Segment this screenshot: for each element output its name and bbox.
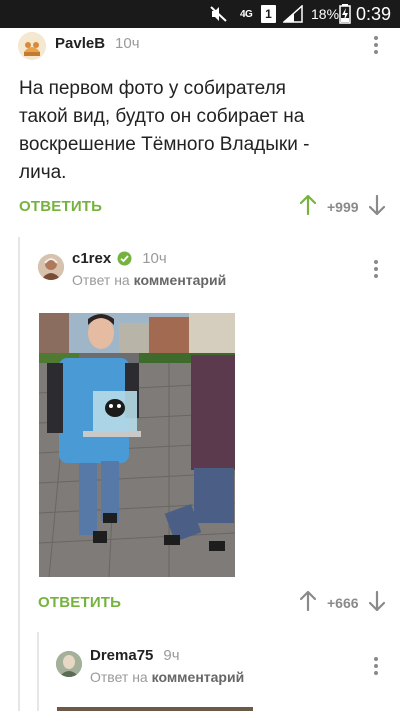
comment-text-line: На первом фото у собирателя — [19, 78, 286, 99]
status-bar: 4G 1 18% 0:39 — [0, 0, 400, 28]
sim-icon: 1 — [261, 0, 276, 28]
sim-number: 1 — [261, 5, 276, 23]
username[interactable]: c1rex — [72, 250, 111, 267]
more-options-icon[interactable] — [370, 260, 382, 278]
avatar[interactable] — [18, 32, 46, 60]
clock: 0:39 — [356, 3, 392, 24]
downvote-icon[interactable] — [368, 194, 386, 220]
reply-to-link[interactable]: комментарий — [134, 272, 227, 288]
rating: +999 — [327, 199, 359, 215]
network-type: 4G — [240, 8, 253, 20]
comment-text-line: лича. — [19, 162, 67, 183]
comment-time: 10ч — [142, 250, 167, 267]
rating: +666 — [327, 595, 359, 611]
username[interactable]: Drema75 — [90, 647, 153, 664]
reply-button[interactable]: ОТВЕТИТЬ — [38, 594, 121, 611]
comment-text-line: такой вид, будто он собирает на — [19, 106, 305, 127]
username[interactable]: PavleB — [55, 35, 105, 52]
comment-header: Drema75 9ч — [90, 647, 180, 664]
avatar[interactable] — [38, 254, 64, 280]
thread-line — [37, 632, 39, 711]
comment-image[interactable] — [57, 707, 253, 711]
reply-to-prefix: Ответ на — [90, 669, 148, 685]
verified-icon — [117, 251, 132, 266]
downvote-icon[interactable] — [368, 590, 386, 616]
reply-to-prefix: Ответ на — [72, 272, 130, 288]
upvote-icon[interactable] — [299, 194, 317, 220]
more-options-icon[interactable] — [370, 36, 382, 54]
thread-line — [18, 237, 20, 711]
reply-to-info: Ответ на комментарий — [90, 669, 244, 685]
reply-to-link[interactable]: комментарий — [152, 669, 245, 685]
reply-button[interactable]: ОТВЕТИТЬ — [19, 198, 102, 215]
comment-time: 9ч — [163, 647, 180, 664]
avatar[interactable] — [56, 651, 82, 677]
mute-icon — [210, 0, 230, 28]
comment-header: PavleB 10ч — [55, 35, 140, 52]
battery-percent: 18% — [311, 6, 340, 22]
upvote-icon[interactable] — [299, 590, 317, 616]
comment-time: 10ч — [115, 35, 140, 52]
comment-header: c1rex 10ч — [72, 250, 167, 267]
reply-to-info: Ответ на комментарий — [72, 272, 226, 288]
comment-text-line: воскрешение Тёмного Владыки - — [19, 134, 310, 155]
battery-icon — [339, 0, 351, 28]
more-options-icon[interactable] — [370, 657, 382, 675]
comment-image[interactable] — [39, 313, 235, 577]
signal-icon — [283, 0, 303, 28]
comment-text: На первом фото у собирателя такой вид, б… — [19, 75, 389, 187]
